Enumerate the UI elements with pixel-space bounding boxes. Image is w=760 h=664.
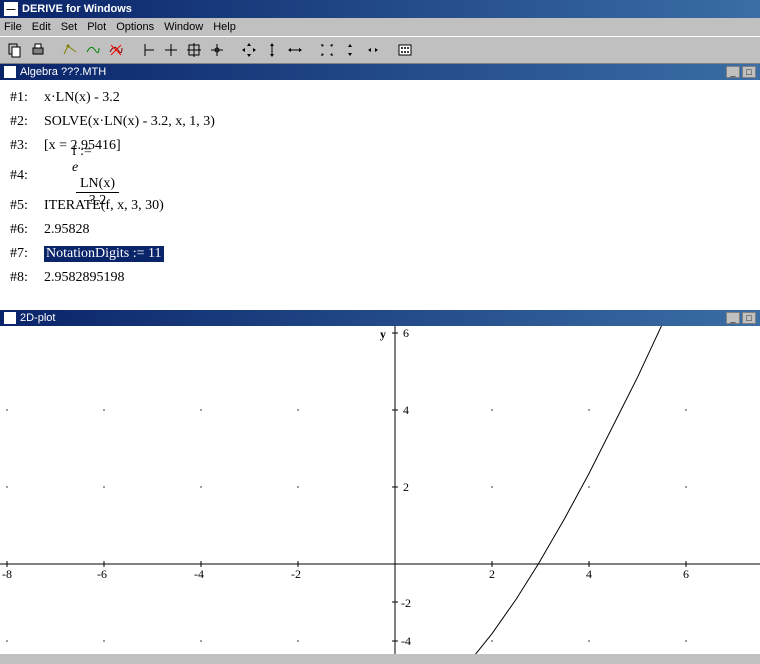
algebra-sysmenu-icon[interactable] <box>4 66 16 78</box>
plot-curve <box>396 326 760 654</box>
xtick-label: -4 <box>194 567 204 581</box>
plot-canvas: -8 -6 -4 -2 2 4 6 -4 -2 2 4 6 y + <box>0 326 760 654</box>
row-expr[interactable]: 2.9582895198 <box>44 270 125 286</box>
algebra-window: Algebra ???.MTH _ □ #1:x·LN(x) - 3.2 #2:… <box>0 64 760 310</box>
xtick-label: -6 <box>97 567 107 581</box>
plot-title: 2D-plot <box>20 310 55 326</box>
app-sysmenu-icon[interactable]: — <box>4 2 18 16</box>
frac-num: LN(x) <box>76 176 119 192</box>
expression-row: #4: f := e LN(x)3.2 <box>10 158 750 194</box>
expression-row: #7:NotationDigits := 11 <box>10 242 750 266</box>
app-titlebar: — DERIVE for Windows <box>0 0 760 18</box>
row-label: #6: <box>10 222 44 238</box>
row-label: #3: <box>10 138 44 154</box>
menu-bar: File Edit Set Plot Options Window Help <box>0 18 760 36</box>
menu-options[interactable]: Options <box>116 18 154 36</box>
algebra-body[interactable]: #1:x·LN(x) - 3.2 #2:SOLVE(x·LN(x) - 3.2,… <box>0 80 760 310</box>
row-label: #8: <box>10 270 44 286</box>
expression-row: #8:2.9582895198 <box>10 266 750 290</box>
tb-zoom-all-icon[interactable] <box>316 39 338 61</box>
ytick-label: -4 <box>401 634 411 648</box>
xtick-label: -8 <box>2 567 12 581</box>
plot-min-button[interactable]: _ <box>726 312 740 324</box>
tb-range-center-icon[interactable] <box>160 39 182 61</box>
row-label: #1: <box>10 90 44 106</box>
plot-max-button[interactable]: □ <box>742 312 756 324</box>
menu-help[interactable]: Help <box>213 18 236 36</box>
expression-row: #1:x·LN(x) - 3.2 <box>10 86 750 110</box>
tb-copy-icon[interactable] <box>4 39 26 61</box>
app-title: DERIVE for Windows <box>22 0 132 18</box>
xtick-label: 6 <box>683 567 689 581</box>
tb-trace-icon[interactable] <box>59 39 81 61</box>
row-expr[interactable]: x·LN(x) - 3.2 <box>44 90 120 106</box>
row-prefix: f := <box>72 144 95 159</box>
xtick-label: 4 <box>586 567 592 581</box>
tb-zoom-out-icon[interactable] <box>362 39 384 61</box>
ytick-label: 6 <box>403 326 409 340</box>
row-label: #4: <box>10 168 44 184</box>
xtick-label: 2 <box>489 567 495 581</box>
tb-zoom-in-icon[interactable] <box>339 39 361 61</box>
tb-pan-vert-icon[interactable] <box>261 39 283 61</box>
row-expr[interactable]: ITERATE(f, x, 3, 30) <box>44 198 164 214</box>
tb-pan-all-icon[interactable] <box>238 39 260 61</box>
tb-plot-curve-icon[interactable] <box>82 39 104 61</box>
xtick-label: -2 <box>291 567 301 581</box>
tb-options-icon[interactable] <box>394 39 416 61</box>
row-label: #2: <box>10 114 44 130</box>
menu-plot[interactable]: Plot <box>87 18 106 36</box>
tb-delete-plot-icon[interactable] <box>105 39 127 61</box>
plot-area[interactable]: -8 -6 -4 -2 2 4 6 -4 -2 2 4 6 y + <box>0 326 760 654</box>
tb-range-fit-icon[interactable] <box>183 39 205 61</box>
row-expr-selected[interactable]: NotationDigits := 11 <box>44 246 164 262</box>
plot-titlebar[interactable]: 2D-plot _ □ <box>0 310 760 326</box>
menu-file[interactable]: File <box>4 18 22 36</box>
algebra-min-button[interactable]: _ <box>726 66 740 78</box>
plot-sysmenu-icon[interactable] <box>4 312 16 324</box>
algebra-title: Algebra ???.MTH <box>20 64 106 80</box>
row-expr[interactable]: 2.95828 <box>44 222 90 238</box>
y-axis-label: y <box>380 327 386 341</box>
ytick-label: -2 <box>401 596 411 610</box>
ytick-label: 4 <box>403 403 409 417</box>
tb-pan-horiz-icon[interactable] <box>284 39 306 61</box>
menu-window[interactable]: Window <box>164 18 203 36</box>
algebra-max-button[interactable]: □ <box>742 66 756 78</box>
algebra-titlebar[interactable]: Algebra ???.MTH _ □ <box>0 64 760 80</box>
row-label: #5: <box>10 198 44 214</box>
row-label: #7: <box>10 246 44 262</box>
tb-print-icon[interactable] <box>27 39 49 61</box>
tb-range-left-icon[interactable] <box>137 39 159 61</box>
menu-edit[interactable]: Edit <box>32 18 51 36</box>
menu-set[interactable]: Set <box>61 18 78 36</box>
plot-window: 2D-plot _ □ -8 -6 <box>0 310 760 654</box>
toolbar <box>0 36 760 64</box>
tb-range-cross-icon[interactable] <box>206 39 228 61</box>
ytick-label: 2 <box>403 480 409 494</box>
